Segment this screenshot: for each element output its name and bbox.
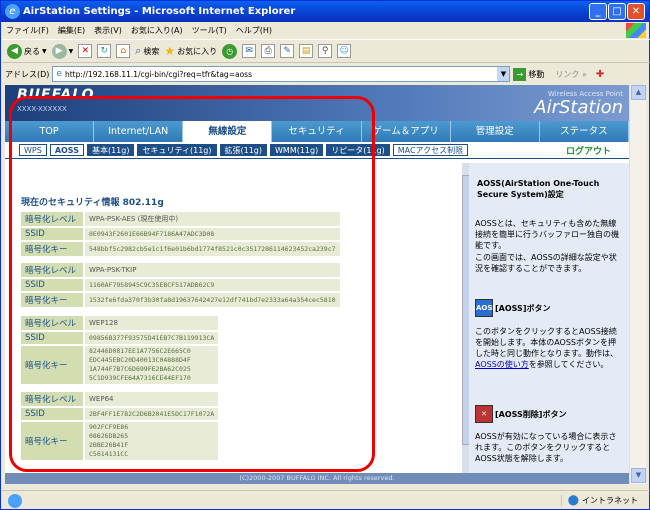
status-bar: ⬤ イントラネット: [2, 490, 650, 510]
aoss-delete-title: [AOSS削除]ボタン: [495, 409, 567, 419]
go-button[interactable]: → 移動: [513, 67, 545, 81]
star-icon: ★: [164, 44, 176, 58]
maximize-button[interactable]: □: [608, 3, 626, 20]
airstation-logo: AirStation: [534, 97, 623, 118]
search-icon: ⌕: [135, 44, 142, 57]
page-status-icon: [8, 493, 22, 508]
menu-favorites[interactable]: お気に入り(A): [131, 25, 183, 36]
window-title: AirStation Settings - Microsoft Internet…: [23, 6, 296, 17]
minimize-button[interactable]: _: [589, 3, 607, 20]
zone-label: イントラネット: [582, 496, 638, 505]
back-button[interactable]: ◀ 戻る ▼: [7, 43, 47, 59]
home-icon[interactable]: ⌂: [116, 44, 131, 58]
menu-bar: ファイル(F) 編集(E) 表示(V) お気に入り(A) ツール(T) ヘルプ(…: [2, 22, 650, 39]
close-button[interactable]: ✕: [627, 3, 645, 20]
page-footer: (C)2000-2007 BUFFALO INC. All rights res…: [5, 473, 629, 484]
back-dropdown-icon[interactable]: ▼: [42, 48, 47, 55]
aoss-usage-link[interactable]: AOSSの使い方: [475, 360, 529, 369]
edit-icon[interactable]: ✎: [280, 44, 295, 58]
help-intro2: この画面では、AOSSの詳細な設定や状況を確認することができます。: [475, 253, 617, 273]
title-bar: AirStation Settings - Microsoft Internet…: [1, 1, 649, 22]
messenger-icon[interactable]: ☺: [337, 44, 352, 58]
aoss-delete-text: AOSSが有効になっている場合に表示されます。このボタンをクリックするとAOSS…: [475, 432, 617, 463]
ie-logo-icon: e: [5, 4, 20, 19]
help-intro: AOSSとは、セキュリティも含めた無線接続を簡単に行うバッファロー独自の機能です…: [475, 219, 619, 250]
nav-status[interactable]: ステータス: [540, 121, 629, 142]
scroll-down-icon[interactable]: ▼: [631, 468, 646, 483]
windows-flag-icon: [626, 23, 646, 38]
intranet-icon: ⬤: [567, 495, 579, 506]
history-icon[interactable]: ◷: [222, 43, 238, 59]
refresh-icon[interactable]: ↻: [97, 44, 112, 58]
go-arrow-icon: →: [513, 67, 527, 81]
stop-icon[interactable]: ✕: [78, 44, 93, 58]
forward-arrow-icon: ▶: [51, 43, 67, 59]
search-label: 検索: [143, 46, 160, 56]
aoss-button-desc: このボタンをクリックするとAOSS接続を開始します。本体のAOSSボタンを押した…: [475, 327, 618, 358]
address-dropdown-icon[interactable]: ▼: [497, 67, 510, 81]
nav-admin[interactable]: 管理設定: [451, 121, 540, 142]
subtab-mac-filter[interactable]: MACアクセス制限: [392, 144, 469, 156]
go-label: 移動: [528, 69, 545, 79]
links-button[interactable]: リンク »: [555, 69, 586, 80]
menu-file[interactable]: ファイル(F): [6, 25, 49, 36]
research-icon[interactable]: ⚲: [318, 44, 333, 58]
forward-button[interactable]: ▶ ▼: [51, 43, 74, 59]
search-button[interactable]: ⌕ 検索: [135, 44, 159, 58]
back-arrow-icon: ◀: [7, 43, 22, 59]
address-bar: アドレス(D) e http://192.168.11.1/cgi-bin/cg…: [2, 64, 650, 84]
aoss-button-text: このボタンをクリックするとAOSS接続を開始します。本体のAOSSボタンを押した…: [475, 326, 622, 370]
page-icon: e: [56, 69, 62, 79]
mail-icon[interactable]: ✉: [242, 44, 257, 58]
menu-edit[interactable]: 編集(E): [58, 25, 85, 36]
help-panel: AOSS(AirStation One-Touch Secure System)…: [469, 163, 629, 473]
aoss-icon: AOSS: [475, 299, 497, 317]
aoss-delete-icon: ✕: [475, 405, 493, 423]
logout-link[interactable]: ログアウト: [566, 144, 611, 157]
toolbar-extension-icon[interactable]: ✚: [596, 69, 604, 80]
menu-view[interactable]: 表示(V): [94, 25, 122, 36]
address-input[interactable]: e http://192.168.11.1/cgi-bin/cgi?req=tf…: [52, 66, 511, 82]
menu-help[interactable]: ヘルプ(H): [236, 25, 272, 36]
toolbar: ◀ 戻る ▼ ▶ ▼ ✕ ↻ ⌂ ⌕ 検索 ★ お気に入り ◷ ✉ ⎙ ✎ ▤ …: [2, 39, 650, 63]
print-icon[interactable]: ⎙: [261, 44, 276, 58]
aoss-button-heading: AOSS [AOSS]ボタン: [475, 299, 622, 317]
back-label: 戻る: [24, 46, 40, 56]
address-url: http://192.168.11.1/cgi-bin/cgi?req=tfr&…: [64, 69, 252, 79]
forward-dropdown-icon[interactable]: ▼: [69, 48, 74, 55]
aoss-delete-heading: ✕ [AOSS削除]ボタン: [475, 405, 622, 423]
aoss-button-title: [AOSS]ボタン: [495, 303, 551, 313]
favorites-button[interactable]: ★ お気に入り: [164, 44, 217, 58]
aoss-button-desc2: を参照してください。: [528, 360, 609, 369]
help-title: AOSS(AirStation One-Touch Secure System)…: [477, 179, 600, 199]
folder-icon[interactable]: ▤: [299, 44, 314, 58]
zone-indicator: ⬤ イントラネット: [560, 495, 638, 506]
highlight-frame: [9, 96, 375, 472]
scroll-up-icon[interactable]: ▲: [631, 85, 646, 100]
menu-tools[interactable]: ツール(T): [192, 25, 227, 36]
address-label: アドレス(D): [5, 69, 50, 79]
browser-window: AirStation Settings - Microsoft Internet…: [0, 0, 650, 510]
favorites-label: お気に入り: [177, 46, 218, 56]
page-scrollbar[interactable]: ▲ ▼: [629, 85, 646, 484]
